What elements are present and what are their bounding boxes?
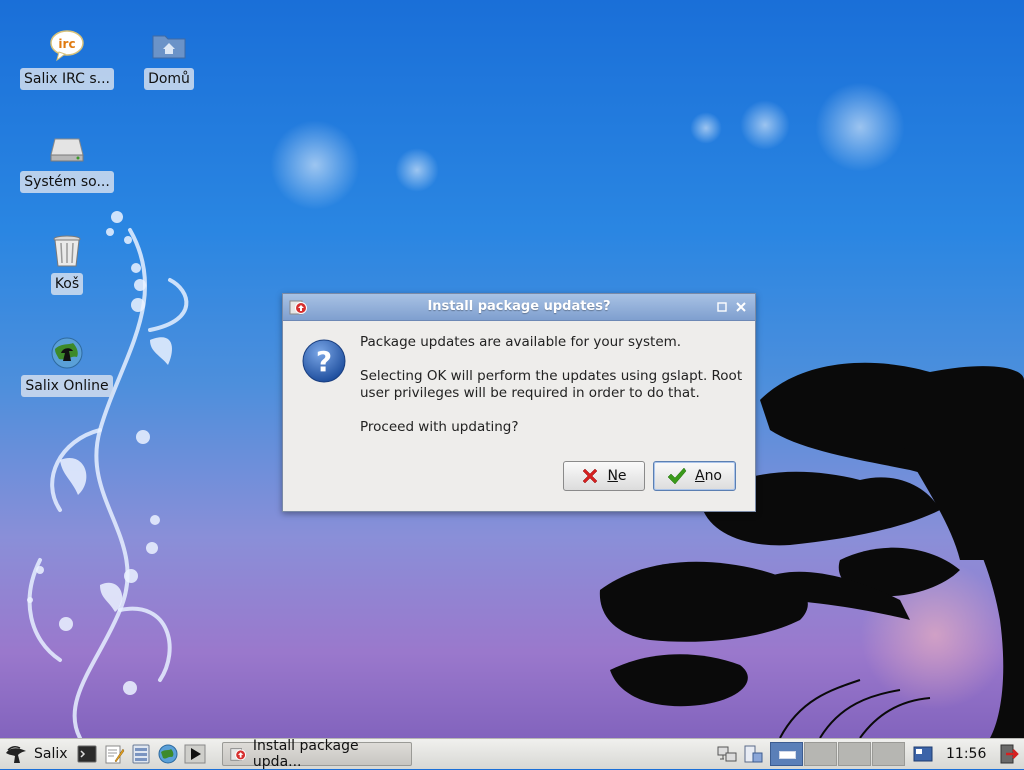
desktop-icon-home[interactable]: Domů — [119, 28, 219, 94]
checkmark-icon — [667, 467, 687, 485]
workspace-3[interactable] — [838, 742, 871, 766]
launcher-bar — [76, 742, 206, 766]
media-player-icon[interactable] — [184, 743, 206, 765]
dialog-message: Package updates are available for your s… — [360, 334, 745, 453]
terminal-icon[interactable] — [76, 743, 98, 765]
yes-button-label: Ano — [694, 468, 723, 484]
update-notifier-icon[interactable] — [742, 743, 764, 765]
svg-text:irc: irc — [58, 37, 75, 51]
dialog-title: Install package updates? — [427, 299, 611, 314]
workspace-1[interactable] — [770, 742, 803, 766]
desktop-icon-salix-irc[interactable]: irc Salix IRC s... — [17, 28, 117, 94]
hard-drive-icon — [50, 138, 84, 162]
irc-chat-icon: irc — [50, 30, 84, 62]
desktop-icon-salix-online[interactable]: Salix Online — [17, 335, 117, 401]
desktop-icon-filesystem[interactable]: Systém so... — [17, 131, 117, 197]
message-line: Package updates are available for your s… — [360, 334, 682, 350]
desktop-icon-label: Salix Online — [21, 375, 113, 397]
taskbar: Salix Install package upda... 11:56 — [0, 738, 1024, 770]
message-line: Selecting OK will perform the updates us… — [360, 368, 743, 401]
maximize-icon[interactable] — [715, 300, 729, 314]
no-button[interactable]: Ne — [563, 461, 645, 491]
salix-globe-icon — [51, 337, 83, 369]
workspace-2[interactable] — [804, 742, 837, 766]
start-label: Salix — [34, 746, 68, 762]
desktop-icon-trash[interactable]: Koš — [17, 233, 117, 299]
show-desktop-icon[interactable] — [912, 742, 934, 766]
taskbar-window-button[interactable]: Install package upda... — [222, 738, 412, 770]
question-icon: ? — [302, 339, 346, 383]
clock[interactable]: 11:56 — [946, 742, 986, 766]
logout-icon[interactable] — [998, 742, 1020, 766]
desktop-icon-label: Systém so... — [20, 171, 114, 193]
package-update-icon — [230, 748, 247, 761]
close-icon[interactable] — [734, 300, 748, 314]
web-browser-icon[interactable] — [157, 743, 179, 765]
system-tray — [716, 742, 764, 766]
start-menu-button[interactable]: Salix — [4, 742, 68, 766]
svg-text:?: ? — [316, 345, 332, 378]
trash-icon — [53, 235, 81, 267]
salix-logo-icon — [6, 745, 26, 763]
no-button-label: Ne — [607, 468, 627, 484]
workspace-window-thumb — [779, 751, 796, 759]
network-icon[interactable] — [716, 743, 738, 765]
home-folder-icon — [152, 35, 186, 59]
desktop-icon-label: Koš — [50, 273, 84, 295]
yes-button[interactable]: Ano — [653, 461, 736, 491]
cross-icon — [583, 468, 598, 484]
desktop-icon-label: Salix IRC s... — [19, 68, 114, 90]
text-editor-icon[interactable] — [103, 743, 125, 765]
message-line: Proceed with updating? — [360, 419, 519, 435]
file-manager-icon[interactable] — [130, 743, 152, 765]
workspace-4[interactable] — [872, 742, 905, 766]
update-dialog: Install package updates? ? Package updat… — [282, 293, 756, 512]
desktop-icon-label: Domů — [144, 68, 194, 90]
dialog-titlebar[interactable]: Install package updates? — [283, 294, 755, 321]
taskbar-window-label: Install package upda... — [252, 738, 359, 770]
